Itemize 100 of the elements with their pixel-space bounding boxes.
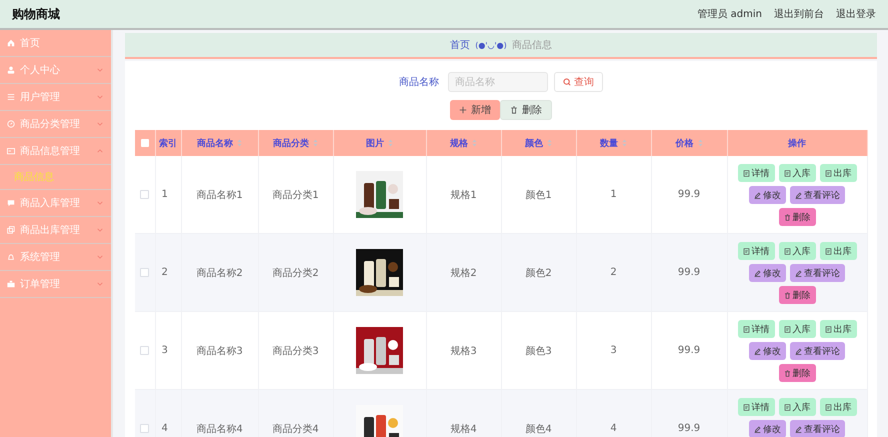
column-header: 规格 (426, 130, 501, 156)
delete-button[interactable]: 删除 (778, 364, 816, 382)
price-cell: 99.9 (651, 390, 727, 437)
pencil-icon (754, 426, 761, 432)
column-header: 商品分类 (258, 130, 333, 156)
pencil-icon (754, 192, 761, 198)
delete-button[interactable]: 删除 (778, 286, 816, 304)
document-icon (784, 170, 790, 176)
sliders-icon (7, 93, 15, 101)
bell-icon (7, 253, 15, 261)
pencil-icon (795, 348, 802, 354)
action-button[interactable]: 出库 (820, 398, 856, 416)
color-cell: 颜色2 (501, 234, 576, 312)
search-field[interactable]: 商品名称 (448, 72, 548, 92)
document-icon (742, 248, 750, 254)
row-checkbox[interactable] (140, 268, 150, 277)
index-cell: 2 (155, 234, 181, 312)
document-icon (784, 404, 790, 410)
document-icon (784, 326, 790, 332)
spec-cell: 规格4 (426, 390, 501, 437)
column-header: 价格 (651, 130, 727, 156)
search-button[interactable]: 查询 (554, 72, 603, 92)
name-cell: 商品名称4 (181, 390, 258, 437)
chevron-up-icon (97, 149, 103, 153)
pencil-icon (754, 348, 761, 354)
edit-button[interactable]: 修改 (749, 420, 786, 437)
action-button[interactable]: 入库 (778, 242, 816, 260)
document-icon (824, 404, 832, 410)
action-button[interactable]: 出库 (820, 164, 856, 182)
sort-icon[interactable] (237, 139, 242, 147)
column-header: 颜色 (501, 130, 576, 156)
breadcrumb-separator: (●'◡'●) (475, 40, 507, 50)
header-link[interactable]: 退出到前台 (774, 7, 824, 21)
edit-button[interactable]: 查看评论 (790, 342, 845, 360)
sort-icon[interactable] (472, 139, 477, 147)
trash-icon (784, 214, 790, 220)
action-button[interactable]: 详情 (738, 242, 774, 260)
row-checkbox[interactable] (140, 346, 150, 355)
plus-icon (459, 106, 467, 114)
spec-cell: 规格2 (426, 234, 501, 312)
chevron-down-icon (97, 255, 103, 259)
action-button[interactable]: 详情 (738, 320, 774, 338)
action-button[interactable]: 出库 (820, 320, 856, 338)
quantity-cell: 4 (576, 390, 651, 437)
chevron-down-icon (97, 282, 103, 286)
search-label: 商品名称 (399, 76, 439, 89)
home-icon (7, 39, 15, 47)
action-button[interactable]: 出库 (820, 242, 856, 260)
header-link[interactable]: 退出登录 (836, 7, 876, 21)
chevron-down-icon (97, 122, 103, 126)
document-icon (742, 404, 750, 410)
breadcrumb-link[interactable]: 首页 (450, 38, 470, 52)
column-header: 商品名称 (181, 130, 258, 156)
chevron-down-icon (97, 68, 103, 72)
action-button[interactable]: 入库 (778, 164, 816, 182)
column-header: 数量 (576, 130, 651, 156)
chevron-down-icon (97, 95, 103, 99)
delete-button[interactable]: 删除 (500, 100, 552, 120)
index-cell: 4 (155, 390, 181, 437)
quantity-cell: 2 (576, 234, 651, 312)
select-all-checkbox[interactable] (140, 138, 149, 147)
row-checkbox[interactable] (140, 190, 150, 199)
trash-icon (784, 370, 790, 376)
sort-icon[interactable] (622, 139, 627, 147)
trash-icon (510, 106, 518, 114)
row-checkbox[interactable] (140, 424, 150, 433)
bag-icon (7, 280, 15, 288)
document-icon (824, 326, 832, 332)
category-cell: 商品分类4 (258, 390, 333, 437)
document-icon (742, 170, 750, 176)
action-button[interactable]: 入库 (778, 320, 816, 338)
edit-button[interactable]: 修改 (749, 264, 786, 282)
edit-button[interactable]: 修改 (749, 342, 786, 360)
document-icon (824, 248, 832, 254)
trash-icon (784, 292, 790, 298)
pencil-icon (795, 192, 802, 198)
color-cell: 颜色4 (501, 390, 576, 437)
column-header: 操作 (727, 130, 867, 156)
compass-icon (7, 120, 15, 128)
action-button[interactable]: 入库 (778, 398, 816, 416)
delete-button[interactable]: 删除 (778, 208, 816, 226)
document-icon (742, 326, 750, 332)
edit-button[interactable]: 查看评论 (790, 264, 845, 282)
sort-icon[interactable] (698, 139, 702, 147)
sort-icon[interactable] (388, 139, 393, 147)
pencil-icon (754, 270, 761, 276)
action-button[interactable]: 详情 (738, 398, 774, 416)
edit-button[interactable]: 查看评论 (790, 186, 845, 204)
header-link[interactable]: 管理员 admin (697, 7, 762, 21)
edit-button[interactable]: 修改 (749, 186, 786, 204)
copy-icon (7, 226, 15, 234)
sort-icon[interactable] (547, 139, 552, 147)
add-button[interactable]: 新增 (450, 100, 500, 120)
category-cell: 商品分类2 (258, 234, 333, 312)
chat-icon (7, 199, 15, 207)
pencil-icon (795, 270, 802, 276)
sort-icon[interactable] (313, 139, 318, 147)
chevron-down-icon (97, 201, 103, 205)
action-button[interactable]: 详情 (738, 164, 774, 182)
edit-button[interactable]: 查看评论 (790, 420, 845, 437)
